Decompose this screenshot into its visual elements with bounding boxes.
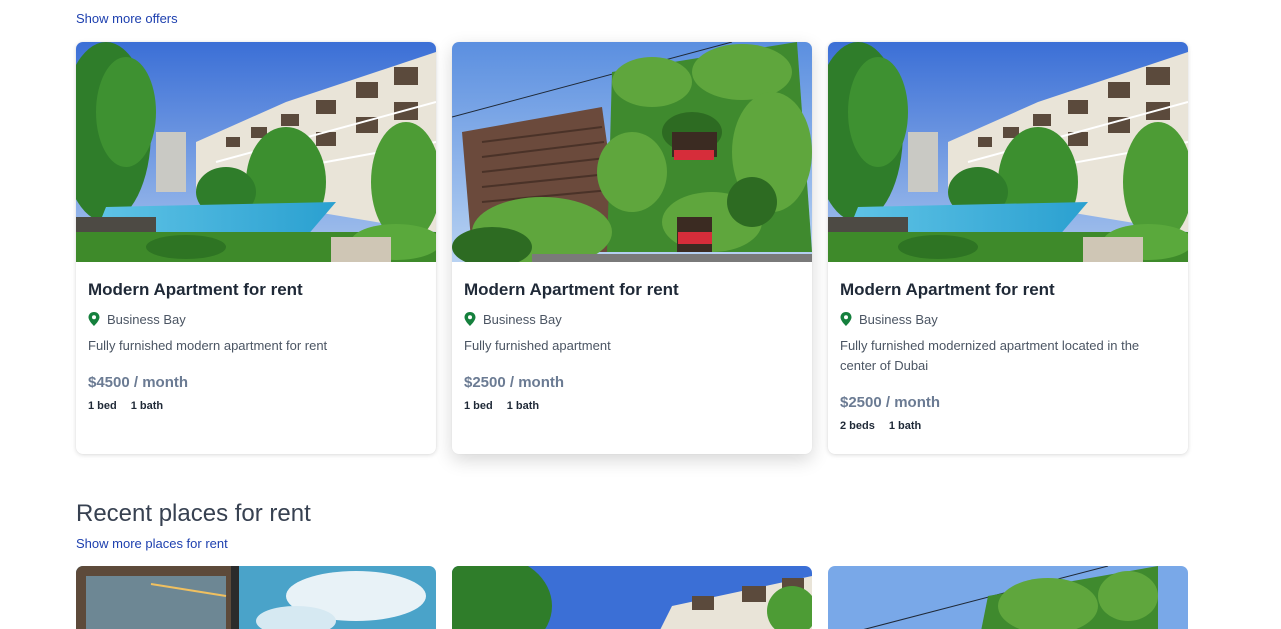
listing-price: $2500 / month <box>464 374 565 391</box>
location-label: Business Bay <box>859 311 938 327</box>
show-more-offers-link[interactable]: Show more offers <box>76 11 178 26</box>
listing-card[interactable]: Modern Apartment for rent Business Bay F… <box>76 42 436 454</box>
listing-description: Fully furnished apartment <box>464 338 611 353</box>
listing-description: Fully furnished modern apartment for ren… <box>88 338 328 353</box>
listing-card[interactable] <box>452 566 812 629</box>
listing-card[interactable] <box>76 566 436 629</box>
listing-specs: 1 bed 1 bath <box>464 400 800 412</box>
listing-location: Business Bay <box>464 310 800 328</box>
apartment-pool-photo <box>452 566 812 629</box>
listing-price: $2500 / month <box>840 394 941 411</box>
listing-location: Business Bay <box>88 310 424 328</box>
listing-card[interactable] <box>828 566 1188 629</box>
beds-count: 1 bed <box>464 400 493 412</box>
ivy-house-photo <box>828 566 1188 629</box>
map-pin-icon <box>88 312 100 326</box>
map-pin-icon <box>840 312 852 326</box>
listing-price: $4500 / month <box>88 374 189 391</box>
map-pin-icon <box>464 312 476 326</box>
location-label: Business Bay <box>107 311 186 327</box>
location-label: Business Bay <box>483 311 562 327</box>
listing-specs: 2 beds 1 bath <box>840 420 1176 432</box>
listing-specs: 1 bed 1 bath <box>88 400 424 412</box>
baths-count: 1 bath <box>888 420 922 432</box>
recent-places-heading: Recent places for rent <box>76 500 311 527</box>
listing-title[interactable]: Modern Apartment for rent <box>88 278 424 302</box>
listing-description: Fully furnished modernized apartment loc… <box>840 338 1140 373</box>
recent-card-grid <box>76 566 1188 629</box>
listing-card[interactable]: Modern Apartment for rent Business Bay F… <box>828 42 1188 454</box>
baths-count: 1 bath <box>130 400 164 412</box>
modern-building-sky-photo <box>76 566 436 629</box>
baths-count: 1 bath <box>506 400 540 412</box>
listing-title[interactable]: Modern Apartment for rent <box>464 278 800 302</box>
apartment-pool-photo <box>76 42 436 262</box>
listings-page: Show more offers Modern Apartment for re… <box>0 0 1281 629</box>
apartment-pool-photo <box>828 42 1188 262</box>
beds-count: 1 bed <box>88 400 117 412</box>
show-more-places-link[interactable]: Show more places for rent <box>76 536 228 551</box>
offers-card-grid: Modern Apartment for rent Business Bay F… <box>76 42 1188 454</box>
listing-title[interactable]: Modern Apartment for rent <box>840 278 1176 302</box>
listing-card[interactable]: Modern Apartment for rent Business Bay F… <box>452 42 812 454</box>
listing-location: Business Bay <box>840 310 1176 328</box>
ivy-house-photo <box>452 42 812 262</box>
beds-count: 2 beds <box>840 420 875 432</box>
